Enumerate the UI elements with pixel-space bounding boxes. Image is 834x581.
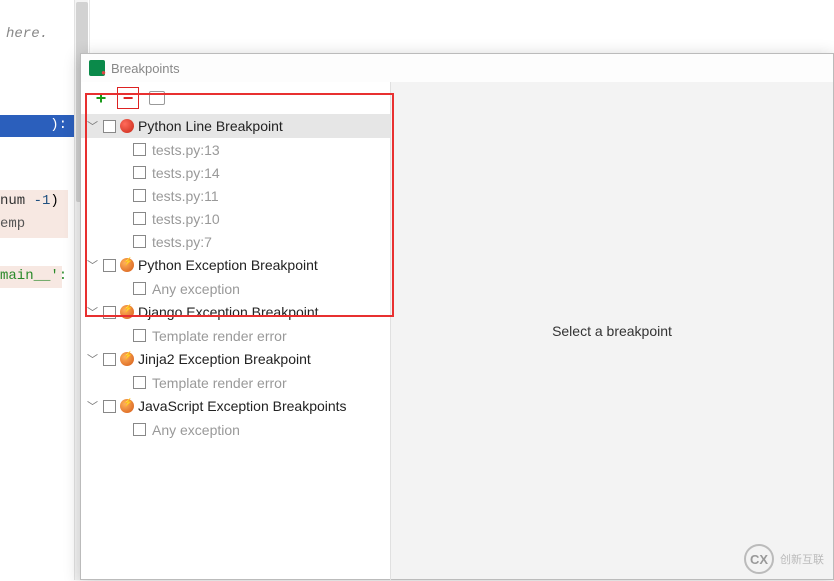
item-checkbox[interactable] bbox=[133, 282, 146, 295]
breakpoint-type-icon bbox=[120, 258, 134, 272]
watermark-logo: CX bbox=[744, 544, 774, 574]
details-placeholder: Select a breakpoint bbox=[552, 323, 672, 339]
item-checkbox[interactable] bbox=[133, 423, 146, 436]
breakpoints-icon bbox=[89, 60, 105, 76]
chevron-down-icon[interactable]: ﹀ bbox=[87, 304, 99, 320]
item-checkbox[interactable] bbox=[133, 329, 146, 342]
editor-main-text: main__': bbox=[0, 268, 67, 284]
breakpoint-type-icon bbox=[120, 305, 134, 319]
item-label: tests.py:7 bbox=[152, 234, 212, 250]
dialog-titlebar[interactable]: Breakpoints bbox=[81, 54, 833, 82]
details-panel: Select a breakpoint bbox=[391, 82, 833, 579]
group-label: Python Line Breakpoint bbox=[138, 118, 283, 134]
group-checkbox[interactable] bbox=[103, 259, 116, 272]
breakpoint-item[interactable]: Template render error bbox=[81, 371, 390, 394]
item-label: tests.py:13 bbox=[152, 142, 220, 158]
breakpoint-item[interactable]: Any exception bbox=[81, 418, 390, 441]
breakpoint-item[interactable]: Any exception bbox=[81, 277, 390, 300]
breakpoint-item[interactable]: tests.py:11 bbox=[81, 184, 390, 207]
add-breakpoint-button[interactable]: + bbox=[91, 88, 111, 108]
breakpoint-item[interactable]: tests.py:13 bbox=[81, 138, 390, 161]
breakpoint-type-icon bbox=[120, 352, 134, 366]
watermark: CX 创新互联 bbox=[744, 544, 824, 574]
item-label: tests.py:14 bbox=[152, 165, 220, 181]
breakpoints-dialog: Breakpoints + − ﹀ Python Line Breakpoint t… bbox=[80, 53, 834, 580]
chevron-down-icon[interactable]: ﹀ bbox=[87, 351, 99, 367]
group-checkbox[interactable] bbox=[103, 120, 116, 133]
dialog-title-text: Breakpoints bbox=[111, 61, 180, 76]
editor-block1-line1: num -1) bbox=[0, 193, 59, 209]
breakpoints-tree[interactable]: ﹀ Python Line Breakpoint tests.py:13 tests.… bbox=[81, 114, 390, 441]
watermark-text: 创新互联 bbox=[780, 551, 824, 567]
breakpoint-group[interactable]: ﹀ JavaScript Exception Breakpoints bbox=[81, 394, 390, 418]
group-label: Django Exception Breakpoint bbox=[138, 304, 319, 320]
group-label: Jinja2 Exception Breakpoint bbox=[138, 351, 311, 367]
item-checkbox[interactable] bbox=[133, 376, 146, 389]
breakpoint-item[interactable]: tests.py:14 bbox=[81, 161, 390, 184]
breakpoint-tree-panel: + − ﹀ Python Line Breakpoint tests.py:13 te… bbox=[81, 82, 391, 581]
editor-text-here: here. bbox=[6, 26, 48, 42]
breakpoint-group[interactable]: ﹀ Python Line Breakpoint bbox=[81, 114, 390, 138]
item-checkbox[interactable] bbox=[133, 166, 146, 179]
breakpoint-item[interactable]: Template render error bbox=[81, 324, 390, 347]
item-label: Any exception bbox=[152, 281, 240, 297]
item-checkbox[interactable] bbox=[133, 189, 146, 202]
breakpoint-group[interactable]: ﹀ Jinja2 Exception Breakpoint bbox=[81, 347, 390, 371]
group-checkbox[interactable] bbox=[103, 353, 116, 366]
item-label: Template render error bbox=[152, 328, 287, 344]
breakpoint-type-icon bbox=[120, 119, 134, 133]
item-checkbox[interactable] bbox=[133, 143, 146, 156]
item-label: Any exception bbox=[152, 422, 240, 438]
remove-breakpoint-button[interactable]: − bbox=[117, 87, 139, 109]
item-label: tests.py:10 bbox=[152, 211, 220, 227]
item-checkbox[interactable] bbox=[133, 235, 146, 248]
editor-main-line: main__': bbox=[0, 266, 62, 288]
item-label: tests.py:11 bbox=[152, 188, 219, 204]
chevron-down-icon[interactable]: ﹀ bbox=[87, 257, 99, 273]
breakpoint-group[interactable]: ﹀ Django Exception Breakpoint bbox=[81, 300, 390, 324]
editor-line-text: ): bbox=[50, 117, 67, 133]
breakpoint-group[interactable]: ﹀ Python Exception Breakpoint bbox=[81, 253, 390, 277]
group-by-icon[interactable] bbox=[149, 91, 165, 105]
chevron-down-icon[interactable]: ﹀ bbox=[87, 398, 99, 414]
breakpoint-type-icon bbox=[120, 399, 134, 413]
chevron-down-icon[interactable]: ﹀ bbox=[87, 118, 99, 134]
editor-block1: num -1) emp bbox=[0, 190, 68, 238]
editor-block1-line2: emp bbox=[0, 216, 25, 232]
group-checkbox[interactable] bbox=[103, 400, 116, 413]
editor-highlight-line: ): bbox=[0, 115, 75, 137]
breakpoint-item[interactable]: tests.py:7 bbox=[81, 230, 390, 253]
breakpoint-item[interactable]: tests.py:10 bbox=[81, 207, 390, 230]
item-label: Template render error bbox=[152, 375, 287, 391]
group-label: JavaScript Exception Breakpoints bbox=[138, 398, 347, 414]
item-checkbox[interactable] bbox=[133, 212, 146, 225]
group-label: Python Exception Breakpoint bbox=[138, 257, 318, 273]
group-checkbox[interactable] bbox=[103, 306, 116, 319]
tree-toolbar: + − bbox=[81, 82, 390, 114]
